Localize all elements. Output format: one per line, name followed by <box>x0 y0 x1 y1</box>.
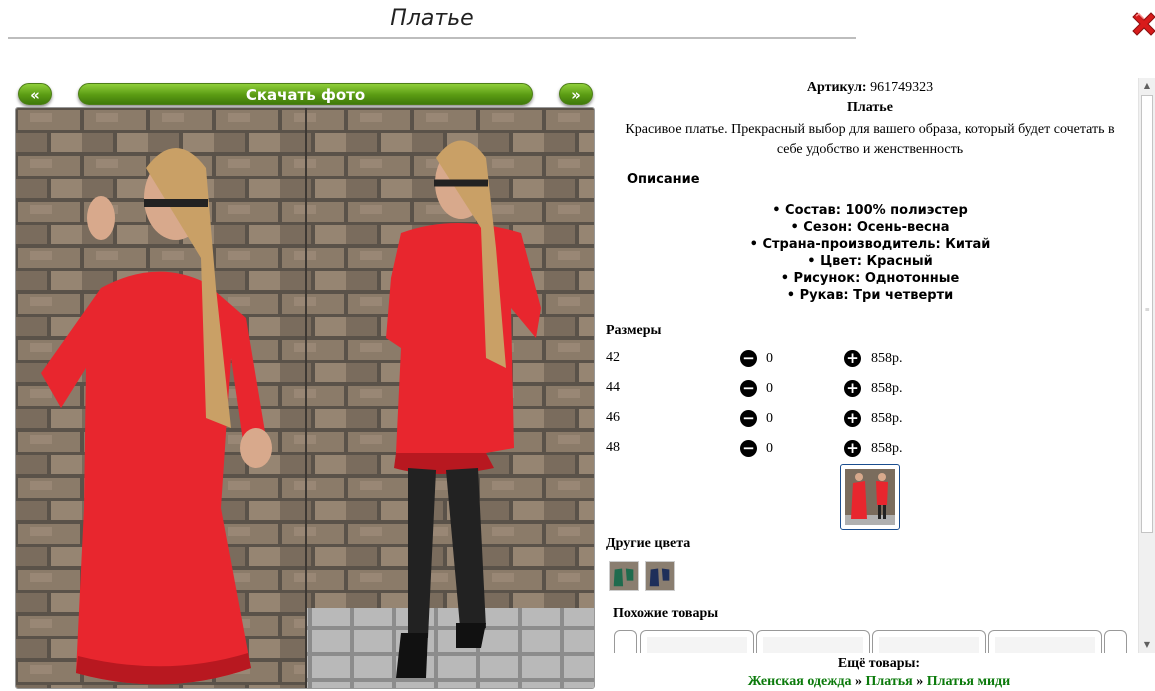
attribute-item: Страна-производитель: Китай <box>604 236 1136 253</box>
size-row: 42 − 0 + 858р. <box>606 350 1006 370</box>
description-heading: Описание <box>627 172 700 187</box>
thumbnail-image <box>845 469 895 525</box>
similar-scroll-right[interactable] <box>1104 630 1127 653</box>
plus-icon[interactable]: + <box>844 350 861 367</box>
size-quantity: 0 <box>766 351 773 366</box>
minus-icon[interactable]: − <box>740 380 757 397</box>
product-info-panel: Артикул: 961749323 Платье Красивое плать… <box>604 78 1136 653</box>
similar-product-card[interactable] <box>640 630 754 653</box>
plus-icon[interactable]: + <box>844 410 861 427</box>
product-description: Красивое платье. Прекрасный выбор для ва… <box>625 122 1115 157</box>
info-scrollbar[interactable]: ▲ ≡ ▼ <box>1138 78 1155 653</box>
breadcrumb-link[interactable]: Женская одежда <box>748 674 852 689</box>
attribute-item: Состав: 100% полиэстер <box>604 202 1136 219</box>
more-products-heading: Ещё товары: <box>837 656 921 671</box>
minus-icon[interactable]: − <box>740 410 757 427</box>
prev-photo-button[interactable]: « <box>18 83 52 105</box>
article-label: Артикул: <box>806 80 867 95</box>
size-price: 858р. <box>871 441 903 456</box>
size-label: 46 <box>606 410 620 425</box>
attribute-item: Цвет: Красный <box>604 253 1136 270</box>
product-name: Платье <box>847 100 893 115</box>
scroll-thumb[interactable]: ≡ <box>1141 95 1153 533</box>
size-row: 46 − 0 + 858р. <box>606 410 1006 430</box>
grip-icon: ≡ <box>1145 305 1150 314</box>
size-price: 858р. <box>871 351 903 366</box>
close-icon[interactable] <box>1130 10 1155 38</box>
minus-icon[interactable]: − <box>740 440 757 457</box>
category-breadcrumb: Женская одежда » Платья » Платья миди <box>604 674 1154 690</box>
scroll-up-icon[interactable]: ▲ <box>1139 78 1155 94</box>
size-quantity: 0 <box>766 381 773 396</box>
product-photo-image <box>16 108 594 688</box>
size-price: 858р. <box>871 411 903 426</box>
sizes-heading: Размеры <box>606 323 662 338</box>
attribute-item: Рисунок: Однотонные <box>604 270 1136 287</box>
attribute-list: Состав: 100% полиэстер Сезон: Осень-весн… <box>604 202 1136 304</box>
plus-icon[interactable]: + <box>844 380 861 397</box>
attribute-item: Сезон: Осень-весна <box>604 219 1136 236</box>
similar-product-card[interactable] <box>756 630 870 653</box>
size-quantity: 0 <box>766 441 773 456</box>
minus-icon[interactable]: − <box>740 350 757 367</box>
color-variant-blue[interactable] <box>645 561 675 591</box>
size-label: 48 <box>606 440 620 455</box>
article-value: 961749323 <box>870 80 934 95</box>
similar-product-card[interactable] <box>872 630 986 653</box>
breadcrumb-separator: » <box>854 674 862 689</box>
download-photo-button[interactable]: Скачать фото <box>78 83 533 105</box>
breadcrumb-link[interactable]: Платья <box>865 674 912 689</box>
scroll-down-icon[interactable]: ▼ <box>1139 637 1155 653</box>
more-products: Ещё товары: Женская одежда » Платья » Пл… <box>604 656 1154 690</box>
other-colors-heading: Другие цвета <box>606 536 691 551</box>
size-row: 48 − 0 + 858р. <box>606 440 1006 460</box>
next-photo-button[interactable]: » <box>559 83 593 105</box>
article-line: Артикул: 961749323 <box>604 80 1136 96</box>
size-label: 42 <box>606 350 620 365</box>
attribute-item: Рукав: Три четверти <box>604 287 1136 304</box>
size-quantity: 0 <box>766 411 773 426</box>
title-divider <box>8 37 856 39</box>
breadcrumb-separator: » <box>916 674 924 689</box>
similar-heading: Похожие товары <box>613 606 719 621</box>
page-title: Платье <box>390 6 474 31</box>
similar-product-card[interactable] <box>988 630 1102 653</box>
size-label: 44 <box>606 380 620 395</box>
similar-scroll-left[interactable] <box>614 630 637 653</box>
size-price: 858р. <box>871 381 903 396</box>
selected-photo-thumbnail[interactable] <box>840 464 900 530</box>
color-variant-green[interactable] <box>609 561 639 591</box>
size-row: 44 − 0 + 858р. <box>606 380 1006 400</box>
breadcrumb-link[interactable]: Платья миди <box>927 674 1011 689</box>
plus-icon[interactable]: + <box>844 440 861 457</box>
main-product-photo <box>15 107 595 689</box>
